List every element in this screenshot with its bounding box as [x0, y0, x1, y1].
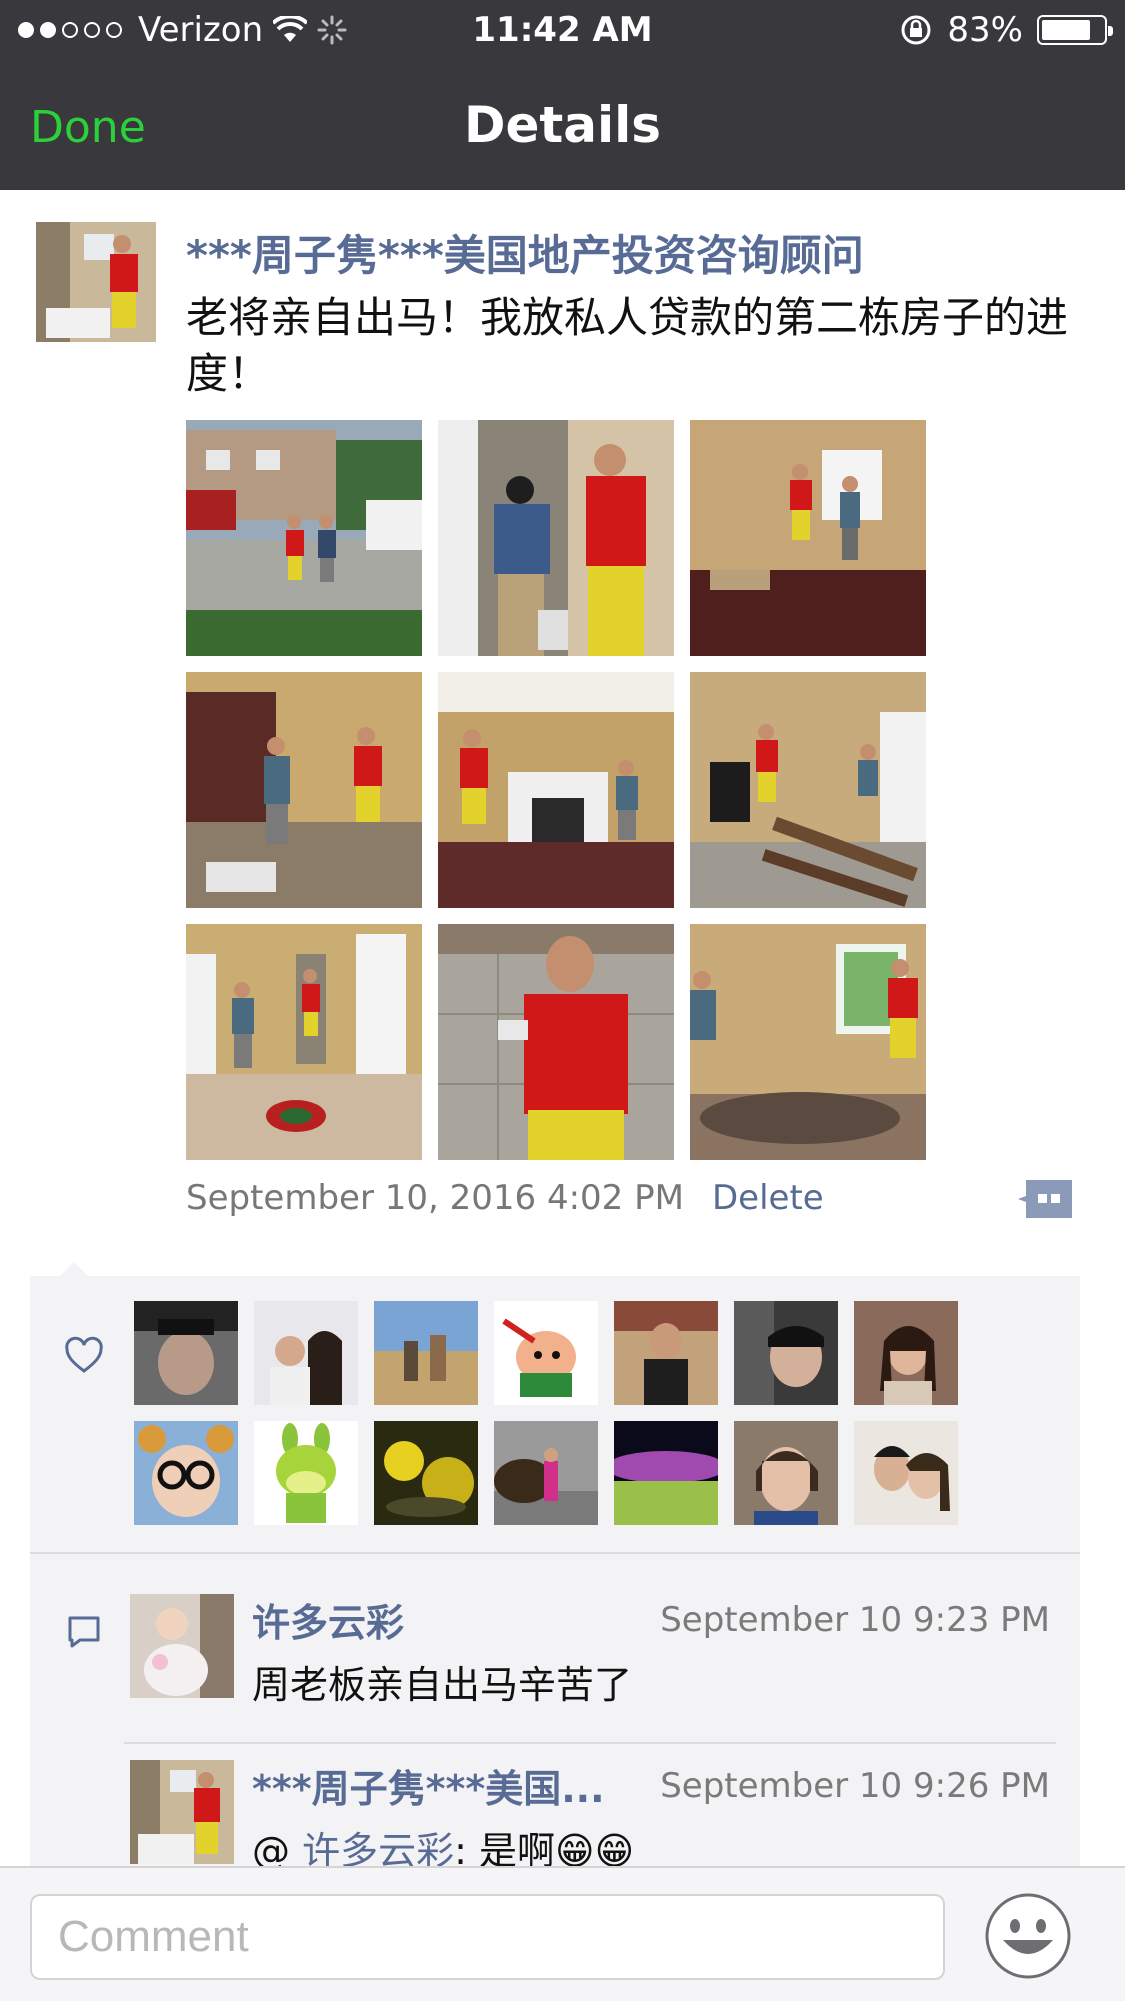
top-bar: Verizon 11:42 AM 83% Done Details — [0, 0, 1125, 190]
page-title: Details — [463, 96, 662, 154]
comment-action-icon[interactable] — [1016, 1178, 1074, 1220]
status-right: 83% — [899, 10, 1113, 50]
delete-button[interactable]: Delete — [712, 1178, 824, 1218]
comment-time: September 10 9:23 PM — [660, 1600, 1050, 1640]
commenter-avatar[interactable] — [130, 1760, 234, 1864]
battery-icon — [1037, 15, 1113, 45]
post-photo-8[interactable] — [438, 924, 674, 1160]
heart-icon — [65, 1336, 103, 1373]
comment-input[interactable]: Comment — [30, 1894, 945, 1980]
liker-avatar-9[interactable] — [254, 1421, 358, 1525]
post-photo-7[interactable] — [186, 924, 422, 1160]
author-avatar[interactable] — [36, 222, 156, 342]
liker-avatar-10[interactable] — [374, 1421, 478, 1525]
liker-avatar-5[interactable] — [614, 1301, 718, 1405]
comments-icon — [68, 1616, 100, 1648]
liker-avatar-6[interactable] — [734, 1301, 838, 1405]
post-text: 老将亲自出马！我放私人贷款的第二栋房子的进度！ — [186, 293, 1069, 398]
post-date: September 10, 2016 4:02 PM — [186, 1178, 684, 1218]
post-photo-4[interactable] — [186, 672, 422, 908]
orientation-lock-icon — [901, 15, 931, 45]
battery-percent: 83% — [947, 10, 1023, 50]
liker-avatar-14[interactable] — [854, 1421, 958, 1525]
post-photo-9[interactable] — [690, 924, 926, 1160]
commenter-name[interactable]: 许多云彩 — [252, 1592, 404, 1647]
liker-avatar-3[interactable] — [374, 1301, 478, 1405]
comment-input-bar: Comment — [0, 1866, 1125, 2001]
likes-divider — [30, 1552, 1080, 1554]
post-photo-3[interactable] — [690, 420, 926, 656]
liker-avatar-12[interactable] — [614, 1421, 718, 1525]
liker-avatar-11[interactable] — [494, 1421, 598, 1525]
liker-avatar-4[interactable] — [494, 1301, 598, 1405]
comment-text: 周老板亲自出马辛苦了 — [252, 1663, 633, 1707]
comment-time: September 10 9:26 PM — [660, 1766, 1050, 1806]
photo-grid — [186, 420, 928, 1160]
liker-avatar-13[interactable] — [734, 1421, 838, 1525]
liker-avatar-1[interactable] — [134, 1301, 238, 1405]
commenter-name[interactable]: ***周子隽***美国... — [252, 1758, 605, 1813]
emoji-button-icon[interactable] — [984, 1892, 1072, 1980]
interaction-panel: 许多云彩 September 10 9:23 PM 周老板亲自出马辛苦了 ***… — [30, 1276, 1080, 1876]
post-photo-2[interactable] — [438, 420, 674, 656]
comment-divider — [124, 1742, 1056, 1744]
post-photo-6[interactable] — [690, 672, 926, 908]
post-author-name[interactable]: ***周子隽***美国地产投资咨询顾问 — [186, 222, 864, 283]
status-bar: Verizon 11:42 AM 83% — [0, 0, 1125, 62]
liker-avatar-8[interactable] — [134, 1421, 238, 1525]
likes-avatars — [134, 1301, 994, 1525]
liker-avatar-7[interactable] — [854, 1301, 958, 1405]
post-photo-1[interactable] — [186, 420, 422, 656]
liker-avatar-2[interactable] — [254, 1301, 358, 1405]
post-photo-5[interactable] — [438, 672, 674, 908]
post-meta: September 10, 2016 4:02 PM Delete — [186, 1178, 1076, 1222]
commenter-avatar[interactable] — [130, 1594, 234, 1698]
